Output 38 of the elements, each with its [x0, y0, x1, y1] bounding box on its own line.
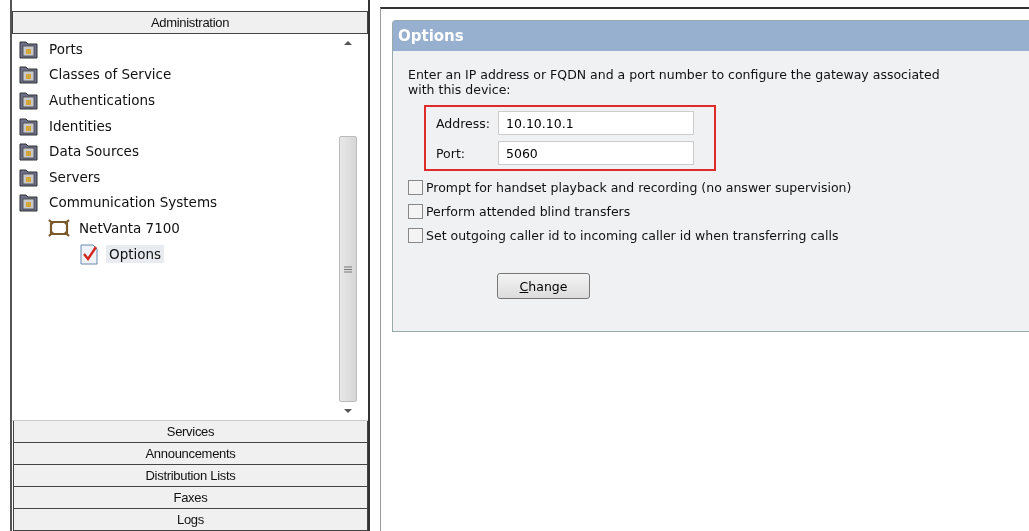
panel-header[interactable]: Administration: [12, 11, 368, 34]
change-button[interactable]: Change: [497, 273, 590, 299]
tree-item[interactable]: Servers: [46, 167, 104, 186]
tree-item[interactable]: Data Sources: [46, 142, 142, 161]
scrollbar-thumb[interactable]: [339, 136, 357, 402]
frame-icon: [48, 216, 70, 239]
checkbox-label: Prompt for handset playback and recording (no answer supervision): [426, 180, 852, 195]
tree-item[interactable]: NetVanta 7100: [76, 218, 183, 237]
tree-item[interactable]: Authentications: [46, 91, 159, 109]
description-text: Enter an IP address or FQDN and a port number to configure the gateway associated with this device:: [408, 67, 941, 97]
section-button[interactable]: Announcements: [13, 443, 368, 465]
checklist-icon: [78, 242, 100, 265]
scroll-down-icon[interactable]: [344, 408, 352, 414]
group-title: Options: [393, 21, 1029, 51]
grip-icon: [344, 265, 352, 273]
field-label: Port:: [436, 145, 466, 161]
checkbox-label: Set outgoing caller id to incoming caller id when transferring calls: [426, 228, 839, 243]
section-button[interactable]: Logs: [13, 509, 368, 531]
tree-item[interactable]: Ports: [46, 39, 86, 58]
input-field[interactable]: 10.10.10.1: [498, 111, 694, 135]
checkbox[interactable]: [408, 204, 423, 219]
tree-item[interactable]: Communication Systems: [46, 193, 221, 212]
tree-item[interactable]: Options: [106, 244, 165, 263]
tree-item[interactable]: Identities: [46, 116, 115, 135]
checkbox[interactable]: [408, 180, 423, 195]
folder-icon: [18, 191, 40, 214]
section-button[interactable]: Services: [13, 421, 368, 443]
scroll-up-icon[interactable]: [344, 40, 352, 46]
input-field[interactable]: 5060: [498, 141, 694, 165]
section-button[interactable]: Distribution Lists: [13, 465, 368, 487]
tree-item[interactable]: Classes of Service: [46, 65, 175, 84]
folder-icon: [18, 89, 40, 111]
folder-icon: [18, 63, 40, 86]
folder-icon: [18, 140, 40, 163]
checkbox-label: Perform attended blind transfers: [426, 204, 631, 219]
field-label: Address:: [436, 115, 491, 131]
section-button[interactable]: Faxes: [13, 487, 368, 509]
checkbox[interactable]: [408, 228, 423, 243]
